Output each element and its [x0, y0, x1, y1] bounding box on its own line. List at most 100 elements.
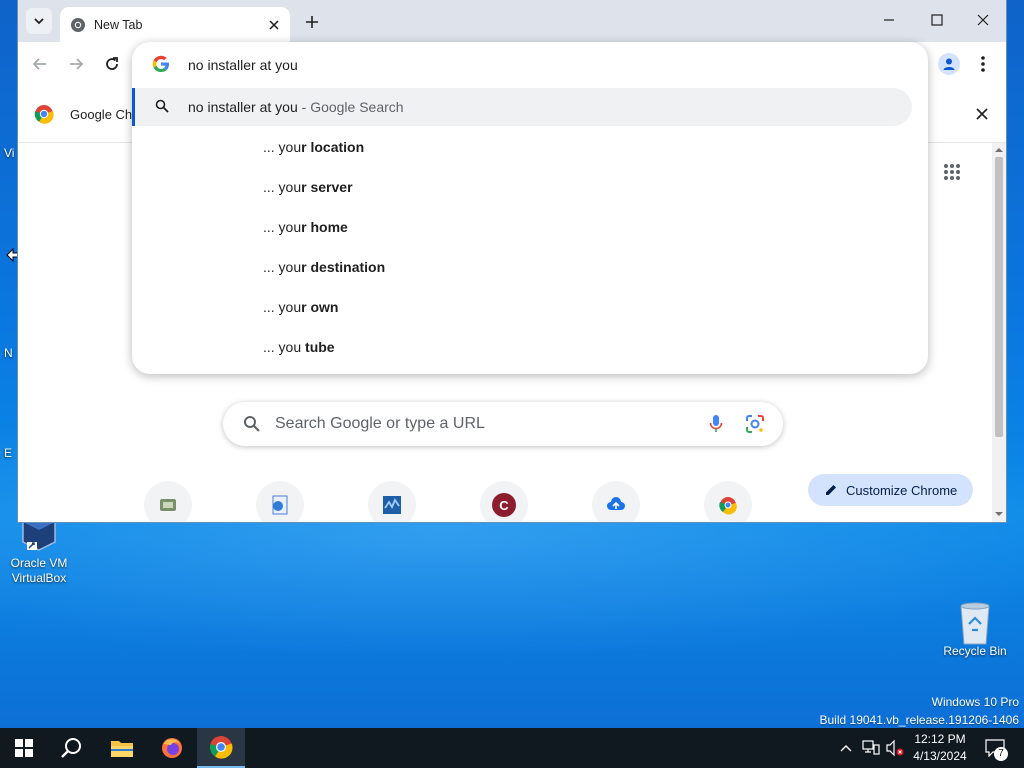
infobar-close-button[interactable]	[972, 104, 992, 124]
taskbar-clock[interactable]: 12:12 PM 4/13/2024	[904, 731, 976, 765]
arrow-left-icon	[32, 58, 46, 70]
minimize-icon	[884, 19, 894, 21]
desktop-icon-virtualbox[interactable]: Oracle VM VirtualBox	[4, 512, 74, 586]
action-center-button[interactable]: 7	[980, 728, 1010, 768]
suggestion-item[interactable]: ... your own	[263, 299, 338, 315]
cloud-upload-icon	[607, 497, 625, 510]
profile-button[interactable]	[938, 53, 960, 75]
minimize-button[interactable]	[866, 0, 912, 40]
taskbar-chrome[interactable]	[197, 728, 245, 768]
search-icon	[155, 99, 169, 113]
chevron-down-icon	[34, 18, 44, 25]
suggestion-item[interactable]: ... your location	[263, 139, 364, 155]
suggestion-source: Google Search	[310, 99, 404, 115]
shortcut-tile[interactable]	[256, 481, 304, 522]
suggestion-prefix: ... you	[263, 339, 306, 355]
suggestion-item[interactable]: ... your home	[263, 219, 348, 235]
omnibox-dropdown: no installer at you no installer at you …	[132, 42, 928, 374]
taskbar: 12:12 PM 4/13/2024 7	[0, 728, 1024, 768]
taskbar-search-button[interactable]	[48, 728, 96, 768]
apps-grid-icon	[944, 164, 960, 180]
pencil-icon	[826, 485, 836, 495]
chrome-logo-icon	[34, 105, 54, 124]
windows-edition-watermark: Windows 10 Pro	[931, 695, 1019, 709]
shortcut-monitor-icon	[383, 496, 401, 514]
close-icon	[269, 19, 279, 30]
windows-logo-icon	[15, 739, 33, 757]
tab-strip: New Tab	[18, 0, 1006, 42]
google-lens-icon[interactable]	[745, 414, 765, 434]
notification-count-badge: 7	[994, 747, 1008, 761]
microphone-icon[interactable]	[709, 414, 723, 434]
network-icon	[862, 740, 880, 755]
desktop-icon-label: Recycle Bin	[943, 644, 1007, 658]
infobar-text: Google Ch	[70, 107, 133, 122]
folder-icon	[111, 741, 133, 757]
suggestion-completion: r home	[301, 219, 348, 235]
maximize-icon	[931, 14, 943, 26]
page-scrollbar[interactable]	[992, 143, 1006, 522]
suggestion-completion: tube	[305, 339, 335, 355]
omnibox-input[interactable]: no installer at you	[188, 57, 298, 73]
customize-chrome-button[interactable]: Customize Chrome	[808, 474, 973, 506]
back-button[interactable]	[28, 52, 52, 76]
chevron-up-icon	[840, 745, 852, 752]
suggestion-prefix: ... you	[263, 299, 302, 315]
person-icon	[943, 58, 955, 70]
volume-tray-button[interactable]	[884, 728, 906, 768]
close-icon	[976, 108, 988, 120]
taskbar-firefox[interactable]	[148, 728, 196, 768]
maximize-button[interactable]	[914, 0, 960, 40]
google-g-icon	[152, 55, 169, 72]
chrome-menu-button[interactable]	[972, 52, 994, 76]
suggestion-text: no installer at you - Google Search	[188, 99, 404, 115]
desktop-icon-label-partial: N	[4, 346, 13, 360]
reload-icon	[106, 57, 118, 70]
close-icon	[977, 14, 989, 26]
search-placeholder: Search Google or type a URL	[275, 415, 485, 432]
scroll-up-arrow-icon[interactable]	[995, 146, 1003, 154]
chrome-web-store-icon	[719, 497, 737, 515]
desktop-icon-label: VirtualBox	[11, 571, 67, 585]
suggestion-prefix: ... you	[263, 219, 302, 235]
tab-new-tab[interactable]: New Tab	[60, 7, 290, 42]
customize-chrome-label: Customize Chrome	[846, 482, 958, 498]
suggestion-separator: -	[297, 99, 311, 115]
firefox-icon	[162, 738, 182, 758]
desktop-icon-label: Oracle VM	[10, 556, 68, 570]
shortcut-tile[interactable]	[144, 481, 192, 522]
forward-button[interactable]	[64, 52, 88, 76]
network-tray-button[interactable]	[860, 728, 882, 768]
windows-build-watermark: Build 19041.vb_release.191206-1406	[819, 713, 1020, 727]
suggestion-completion: r location	[301, 139, 365, 155]
volume-muted-icon	[886, 740, 904, 756]
suggestion-item[interactable]: ... you tube	[263, 339, 335, 355]
reload-button[interactable]	[100, 52, 124, 76]
chrome-logo-icon	[209, 736, 233, 759]
scroll-down-arrow-icon[interactable]	[995, 510, 1003, 518]
tab-close-button[interactable]	[264, 15, 284, 35]
shortcut-tile[interactable]	[592, 481, 640, 522]
start-button[interactable]	[0, 728, 48, 768]
shortcut-tile[interactable]	[368, 481, 416, 522]
selection-indicator	[132, 88, 135, 126]
clock-time: 12:12 PM	[914, 732, 966, 746]
suggestion-query: no installer at you	[188, 99, 298, 115]
suggestion-item[interactable]: ... your server	[263, 179, 353, 195]
suggestion-search-row[interactable]: no installer at you - Google Search	[132, 88, 912, 126]
shortcut-app-icon	[160, 499, 176, 511]
google-apps-button[interactable]	[943, 163, 967, 187]
suggestion-prefix: ... you	[263, 179, 302, 195]
shortcut-tile[interactable]	[704, 481, 752, 522]
shortcut-tile[interactable]: C	[480, 481, 528, 522]
new-tab-button[interactable]	[300, 10, 324, 34]
suggestion-item[interactable]: ... your destination	[263, 259, 385, 275]
desktop-icon-recycle-bin[interactable]: Recycle Bin	[940, 600, 1010, 659]
show-hidden-icons-button[interactable]	[836, 728, 856, 768]
ntp-search-box[interactable]: Search Google or type a URL	[223, 402, 783, 446]
scrollbar-thumb[interactable]	[995, 157, 1003, 437]
tab-title: New Tab	[94, 17, 143, 32]
taskbar-file-explorer[interactable]	[98, 728, 146, 768]
close-window-button[interactable]	[960, 0, 1006, 40]
tab-search-button[interactable]	[26, 8, 52, 34]
